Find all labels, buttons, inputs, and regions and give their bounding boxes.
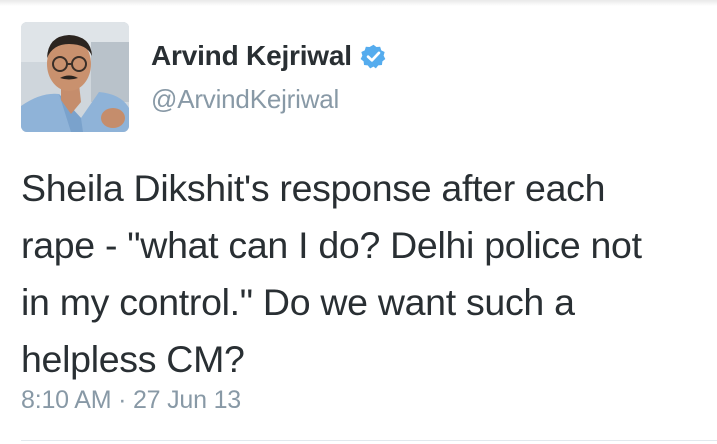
author-display-name[interactable]: Arvind Kejriwal <box>151 40 352 72</box>
tweet-date: 27 Jun 13 <box>132 386 241 414</box>
tweet-timestamp[interactable]: 8:10 AM · 27 Jun 13 <box>21 386 241 415</box>
top-divider <box>0 0 717 6</box>
tweet-card: Arvind Kejriwal @ArvindKejriwal Sheila D… <box>0 0 717 444</box>
author-block: Arvind Kejriwal @ArvindKejriwal <box>151 39 387 115</box>
tweet-text-line: in my control." Do we want such a <box>21 281 575 323</box>
author-handle[interactable]: @ArvindKejriwal <box>151 84 387 115</box>
tweet-time: 8:10 AM <box>21 386 112 414</box>
timestamp-separator: · <box>118 386 127 414</box>
avatar[interactable] <box>21 22 129 132</box>
verified-badge-icon <box>360 43 387 70</box>
avatar-photo <box>21 22 129 132</box>
bottom-divider <box>21 440 717 441</box>
author-name-row: Arvind Kejriwal <box>151 39 387 73</box>
tweet-text-line: Sheila Dikshit's response after each <box>21 167 606 209</box>
tweet-text: Sheila Dikshit's response after each rap… <box>21 160 701 388</box>
tweet-text-line: helpless CM? <box>21 338 245 380</box>
tweet-text-line: rape - "what can I do? Delhi police not <box>21 224 642 266</box>
